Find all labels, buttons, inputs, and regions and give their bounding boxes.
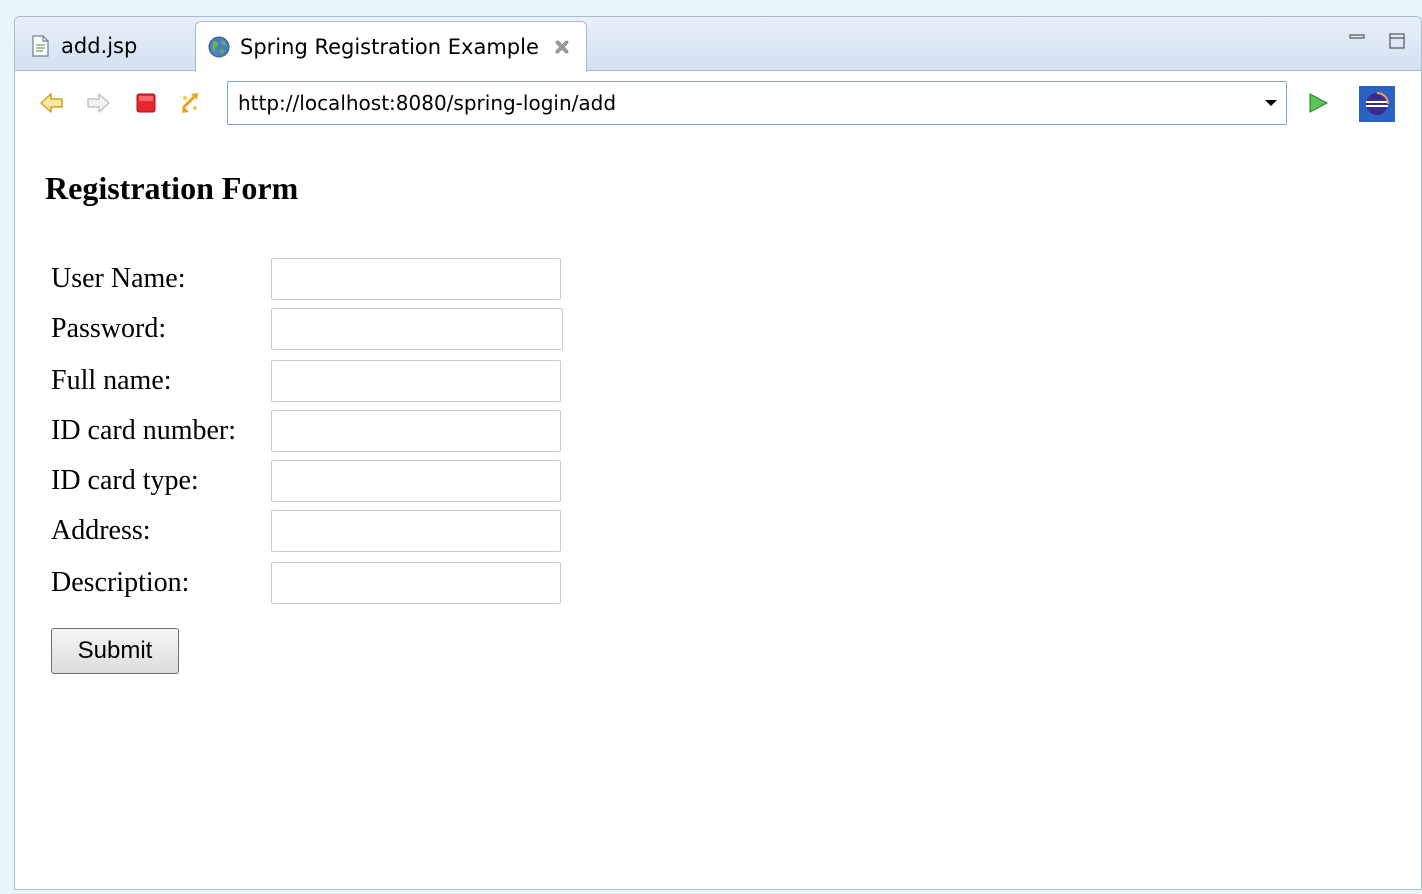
address-input[interactable] [271,510,561,552]
address-label: Address: [51,515,151,546]
form-row-id-card-number: ID card number: [51,410,561,452]
tab-spring-registration[interactable]: Spring Registration Example [195,21,587,72]
user-name-input[interactable] [271,258,561,300]
browser-toolbar [15,72,1421,134]
window-controls [1347,31,1407,51]
maximize-icon[interactable] [1387,31,1407,51]
eclipse-icon[interactable] [1359,86,1395,122]
user-name-label: User Name: [51,263,186,294]
tab-bar: add.jsp Spring Registration Example [15,17,1421,72]
tab-label: add.jsp [61,34,138,58]
refresh-icon[interactable] [177,90,203,116]
form-row-password: Password: [51,308,563,350]
description-label: Description: [51,567,190,598]
page-content: Registration Form User Name: Password: F… [15,134,1421,889]
chevron-down-icon [1265,100,1277,106]
forward-arrow-icon[interactable] [85,90,111,116]
password-label: Password: [51,313,167,344]
tab-add-jsp[interactable]: add.jsp [15,21,195,71]
id-card-number-label: ID card number: [51,415,237,446]
page-title: Registration Form [45,170,299,206]
full-name-label: Full name: [51,365,172,396]
back-arrow-icon[interactable] [39,90,65,116]
url-input[interactable] [228,84,1256,122]
id-card-number-input[interactable] [271,410,561,452]
description-input[interactable] [271,562,561,604]
close-icon[interactable] [553,38,571,56]
form-row-description: Description: [51,562,561,604]
form-row-id-card-type: ID card type: [51,460,561,502]
id-card-type-input[interactable] [271,460,561,502]
stop-icon[interactable] [133,90,159,116]
form-row-address: Address: [51,510,561,552]
minimize-icon[interactable] [1347,31,1367,51]
form-row-full-name: Full name: [51,360,561,402]
id-card-type-label: ID card type: [51,465,199,496]
url-bar[interactable] [227,81,1287,125]
browser-window: add.jsp Spring Registration Example http… [14,16,1422,890]
globe-icon [208,36,230,58]
go-icon[interactable] [1305,90,1331,116]
tab-label: Spring Registration Example [240,35,539,59]
full-name-input[interactable] [271,360,561,402]
password-input[interactable] [271,308,563,350]
jsp-file-icon [32,35,49,57]
url-dropdown-button[interactable] [1256,85,1286,121]
form-row-user-name: User Name: [51,258,561,300]
submit-button[interactable]: Submit [51,628,179,674]
